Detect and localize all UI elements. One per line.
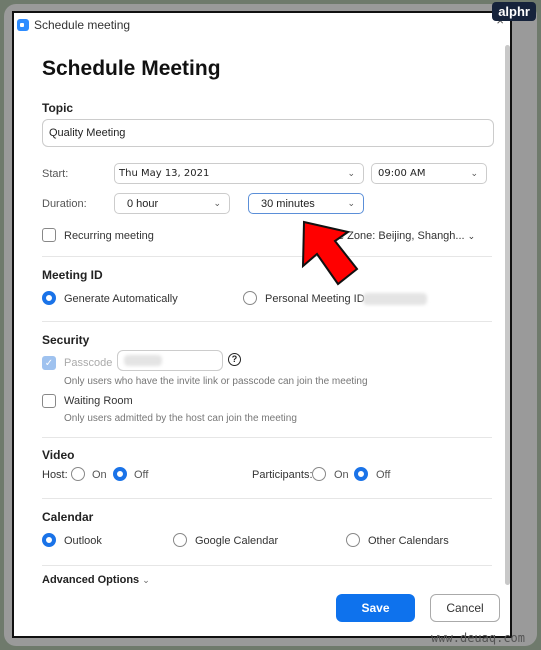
site-watermark: www.deuaq.com bbox=[431, 631, 525, 645]
red-arrow-annotation bbox=[301, 220, 359, 286]
red-arrow-icon bbox=[301, 220, 359, 286]
alphr-logo: alphr bbox=[492, 2, 536, 21]
